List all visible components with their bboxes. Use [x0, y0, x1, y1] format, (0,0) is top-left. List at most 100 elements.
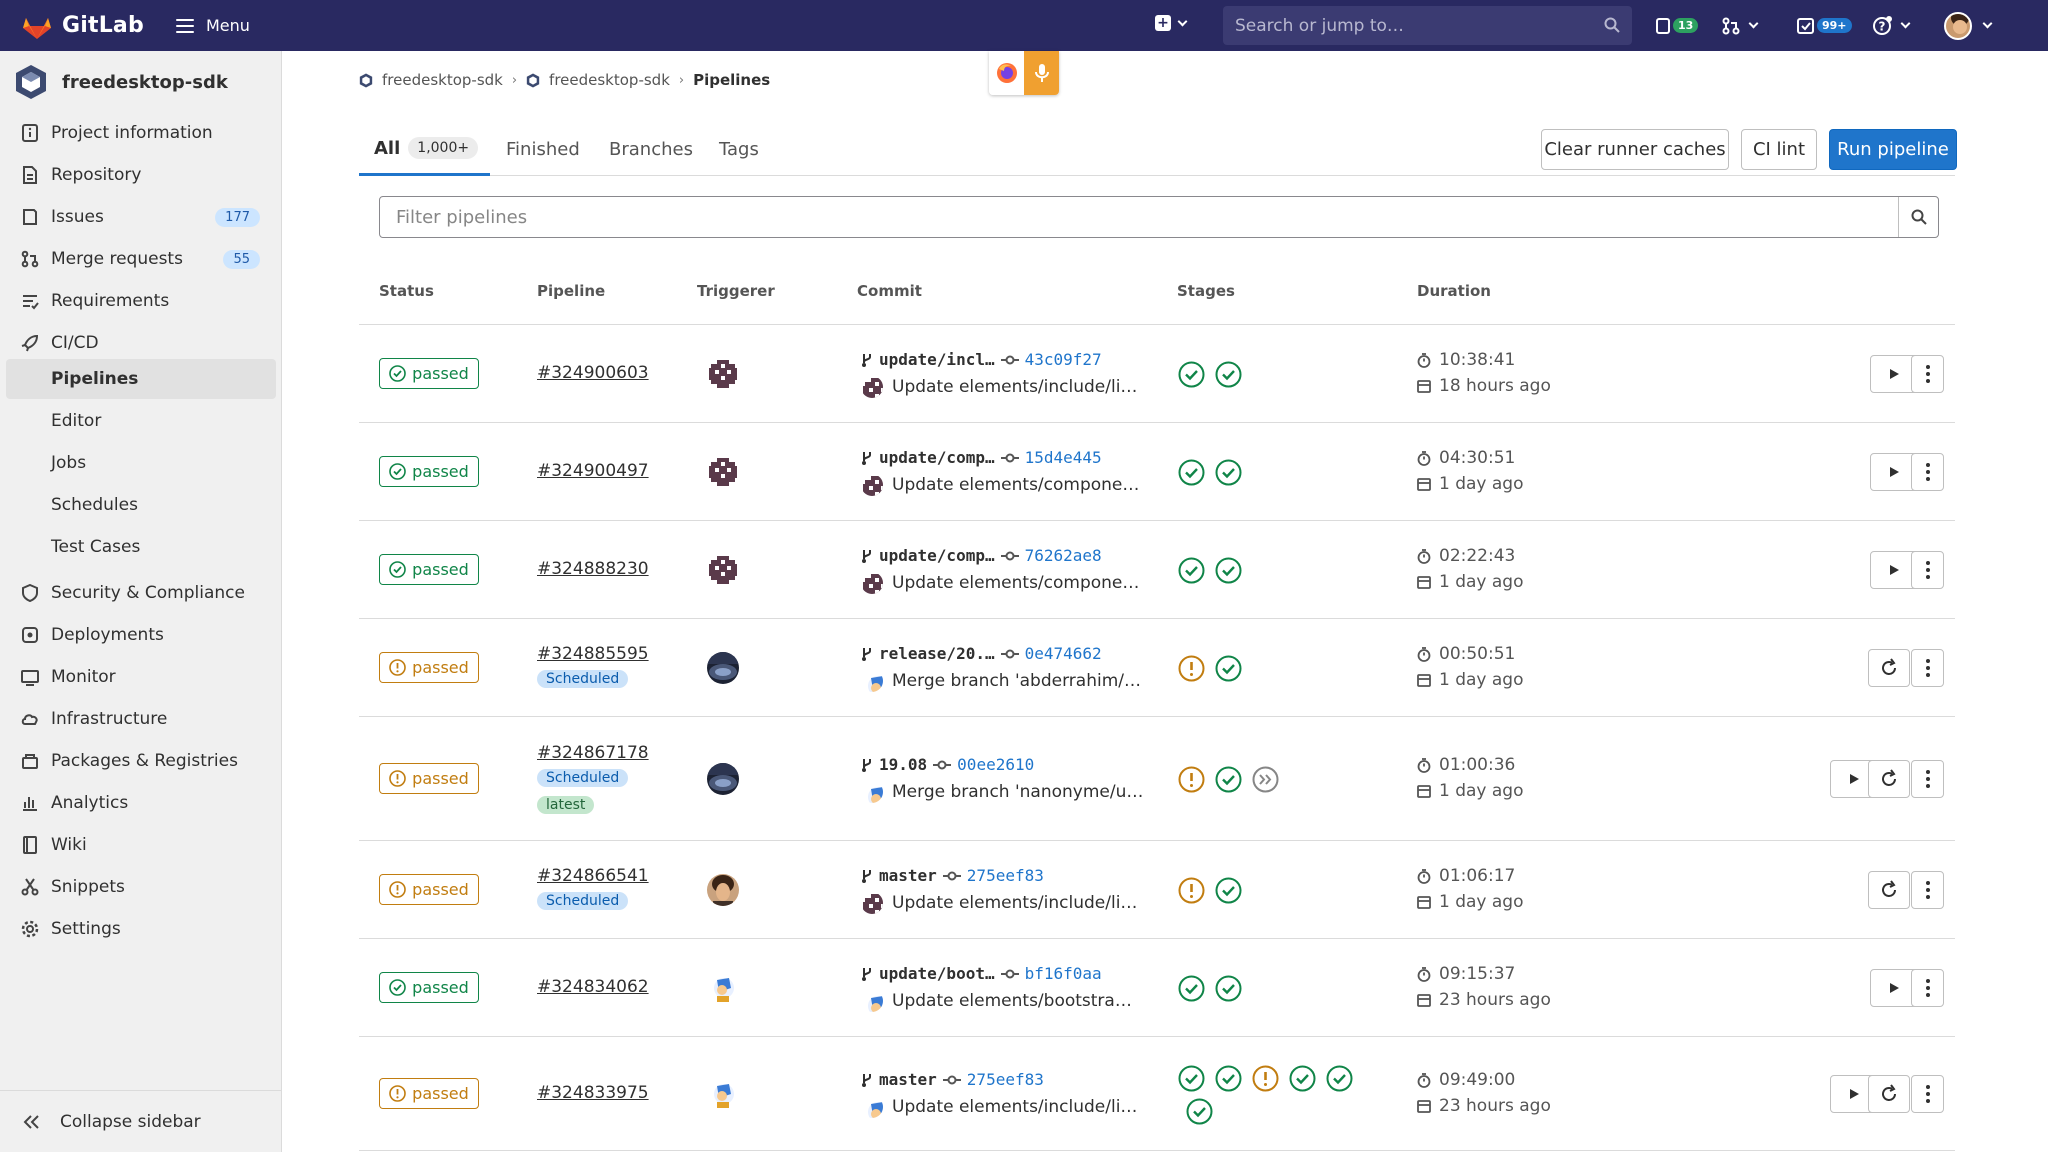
more-actions-button[interactable] — [1911, 969, 1944, 1007]
status-badge[interactable]: passed — [379, 972, 479, 1003]
stage-warning-icon[interactable] — [1251, 1064, 1280, 1093]
commit-sha-link[interactable]: 76262ae8 — [1025, 546, 1102, 565]
stage-passed-icon[interactable] — [1177, 1064, 1206, 1093]
commit-author-avatar[interactable] — [861, 376, 883, 398]
branch-name-link[interactable]: update/comp… — [879, 546, 995, 565]
status-badge[interactable]: passed — [379, 358, 479, 389]
commit-sha-link[interactable]: 43c09f27 — [1025, 350, 1102, 369]
breadcrumb-current[interactable]: Pipelines — [693, 71, 770, 89]
stage-passed-icon[interactable] — [1214, 654, 1243, 683]
more-actions-button[interactable] — [1911, 453, 1944, 491]
pipeline-id-link[interactable]: #324834062 — [537, 977, 649, 997]
sidebar-item-settings[interactable]: Settings — [0, 909, 282, 949]
status-badge[interactable]: passed — [379, 874, 479, 905]
status-badge[interactable]: passed — [379, 456, 479, 487]
commit-title-link[interactable]: Update elements/include/li… — [892, 1097, 1137, 1117]
sidebar-subitem-editor[interactable]: Editor — [6, 401, 276, 441]
sidebar-subitem-test-cases[interactable]: Test Cases — [6, 527, 276, 567]
stage-passed-icon[interactable] — [1214, 556, 1243, 585]
help-dropdown-button[interactable]: ? — [1872, 0, 1911, 51]
pipeline-id-link[interactable]: #324888230 — [537, 559, 649, 579]
status-badge[interactable]: passed — [379, 554, 479, 585]
menu-button[interactable]: Menu — [175, 16, 250, 35]
commit-title-link[interactable]: Update elements/compone… — [892, 573, 1139, 593]
stage-passed-icon[interactable] — [1214, 876, 1243, 905]
commit-author-avatar[interactable] — [861, 474, 883, 496]
sidebar-item-security-compliance[interactable]: Security & Compliance — [0, 573, 282, 613]
triggerer-avatar[interactable] — [707, 358, 739, 390]
branch-name-link[interactable]: 19.08 — [879, 755, 927, 774]
retry-button[interactable] — [1868, 760, 1910, 798]
commit-title-link[interactable]: Update elements/include/li… — [892, 377, 1137, 397]
user-menu-button[interactable] — [1944, 0, 1993, 51]
retry-button[interactable] — [1868, 649, 1910, 687]
sidebar-item-snippets[interactable]: Snippets — [0, 867, 282, 907]
triggerer-avatar[interactable] — [707, 652, 739, 684]
stage-passed-icon[interactable] — [1288, 1064, 1317, 1093]
sidebar-item-wiki[interactable]: Wiki — [0, 825, 282, 865]
stage-warning-icon[interactable] — [1177, 765, 1206, 794]
tab-finished[interactable]: Finished — [506, 123, 580, 176]
retry-button[interactable] — [1868, 1075, 1910, 1113]
issues-nav-button[interactable]: 13 — [1655, 0, 1699, 51]
stage-warning-icon[interactable] — [1177, 654, 1206, 683]
sidebar-item-analytics[interactable]: Analytics — [0, 783, 282, 823]
sidebar-item-requirements[interactable]: Requirements — [0, 281, 282, 321]
stage-passed-icon[interactable] — [1214, 360, 1243, 389]
project-header[interactable]: freedesktop-sdk — [0, 51, 281, 113]
gitlab-logo[interactable]: GitLab — [22, 12, 144, 40]
merge-requests-nav-button[interactable] — [1722, 0, 1759, 51]
retry-button[interactable] — [1868, 871, 1910, 909]
sidebar-subitem-pipelines[interactable]: Pipelines — [6, 359, 276, 399]
sidebar-item-cicd[interactable]: CI/CD — [0, 323, 282, 363]
commit-author-avatar[interactable] — [861, 572, 883, 594]
stage-passed-icon[interactable] — [1177, 556, 1206, 585]
more-actions-button[interactable] — [1911, 760, 1944, 798]
commit-title-link[interactable]: Merge branch 'abderrahim/… — [892, 671, 1141, 691]
global-search-input[interactable]: Search or jump to… — [1223, 6, 1632, 45]
commit-title-link[interactable]: Update elements/compone… — [892, 475, 1139, 495]
commit-sha-link[interactable]: 00ee2610 — [957, 755, 1034, 774]
stage-skipped-icon[interactable] — [1251, 765, 1280, 794]
sidebar-item-issues[interactable]: Issues 177 — [0, 197, 282, 237]
commit-sha-link[interactable]: bf16f0aa — [1025, 964, 1102, 983]
status-badge[interactable]: passed — [379, 652, 479, 683]
branch-name-link[interactable]: update/boot… — [879, 964, 995, 983]
commit-author-avatar[interactable] — [861, 670, 883, 692]
triggerer-avatar[interactable] — [707, 1078, 739, 1110]
firefox-icon[interactable] — [989, 51, 1024, 95]
pipeline-id-link[interactable]: #324885595 — [537, 644, 649, 664]
sidebar-item-infrastructure[interactable]: Infrastructure — [0, 699, 282, 739]
commit-author-avatar[interactable] — [861, 781, 883, 803]
more-actions-button[interactable] — [1911, 1075, 1944, 1113]
triggerer-avatar[interactable] — [707, 763, 739, 795]
tab-all[interactable]: All 1,000+ — [359, 123, 490, 176]
stage-passed-icon[interactable] — [1185, 1097, 1214, 1126]
commit-sha-link[interactable]: 275eef83 — [967, 866, 1044, 885]
commit-author-avatar[interactable] — [861, 1096, 883, 1118]
sidebar-item-merge-requests[interactable]: Merge requests 55 — [0, 239, 282, 279]
branch-name-link[interactable]: release/20.… — [879, 644, 995, 663]
sidebar-subitem-schedules[interactable]: Schedules — [6, 485, 276, 525]
filter-pipelines-input[interactable]: Filter pipelines — [379, 196, 1939, 238]
stage-passed-icon[interactable] — [1177, 360, 1206, 389]
todos-nav-button[interactable]: 99+ — [1797, 0, 1852, 51]
clear-runner-caches-button[interactable]: Clear runner caches — [1541, 129, 1729, 170]
branch-name-link[interactable]: update/comp… — [879, 448, 995, 467]
sidebar-item-packages-registries[interactable]: Packages & Registries — [0, 741, 282, 781]
pipeline-id-link[interactable]: #324900603 — [537, 363, 649, 383]
sidebar-item-project-information[interactable]: Project information — [0, 113, 282, 153]
stage-passed-icon[interactable] — [1325, 1064, 1354, 1093]
microphone-icon[interactable] — [1024, 51, 1059, 95]
stage-warning-icon[interactable] — [1177, 876, 1206, 905]
triggerer-avatar[interactable] — [707, 554, 739, 586]
collapse-sidebar-button[interactable]: Collapse sidebar — [0, 1090, 282, 1152]
new-dropdown-button[interactable]: + — [1155, 15, 1188, 31]
triggerer-avatar[interactable] — [707, 972, 739, 1004]
more-actions-button[interactable] — [1911, 649, 1944, 687]
stage-passed-icon[interactable] — [1214, 458, 1243, 487]
branch-name-link[interactable]: update/incl… — [879, 350, 995, 369]
sidebar-item-monitor[interactable]: Monitor — [0, 657, 282, 697]
commit-sha-link[interactable]: 275eef83 — [967, 1070, 1044, 1089]
pipeline-id-link[interactable]: #324867178 — [537, 743, 649, 763]
